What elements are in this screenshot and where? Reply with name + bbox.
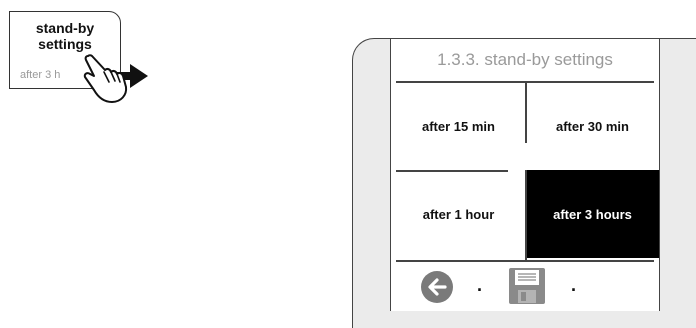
option-label: after 30 min — [556, 118, 629, 134]
screen-title: 1.3.3. stand-by settings — [437, 50, 613, 69]
option-after-3-hours[interactable]: after 3 hours — [526, 170, 659, 258]
option-after-15-min[interactable]: after 15 min — [391, 82, 526, 170]
option-label: after 15 min — [422, 118, 495, 134]
back-arrow-icon[interactable] — [420, 270, 454, 304]
separator-dot: . — [571, 275, 577, 295]
option-after-30-min[interactable]: after 30 min — [526, 82, 659, 170]
save-icon[interactable] — [508, 267, 546, 305]
footer-divider — [396, 260, 654, 262]
device-panel: 1.3.3. stand-by settings after 15 min af… — [352, 38, 696, 328]
device-screen: 1.3.3. stand-by settings after 15 min af… — [390, 39, 660, 311]
option-label: after 3 hours — [553, 206, 632, 222]
tile-current-value: after 3 h — [20, 69, 61, 81]
grid-divider — [525, 82, 527, 143]
separator-dot: . — [477, 275, 483, 295]
grid-divider — [525, 170, 527, 260]
option-label: after 1 hour — [422, 206, 495, 222]
option-after-1-hour[interactable]: after 1 hour — [391, 170, 526, 258]
grid-divider — [396, 170, 508, 172]
pointing-hand-icon — [83, 54, 128, 103]
tile-title-line-1: stand-by — [35, 20, 95, 36]
tile-title: stand-by settings — [10, 20, 120, 52]
